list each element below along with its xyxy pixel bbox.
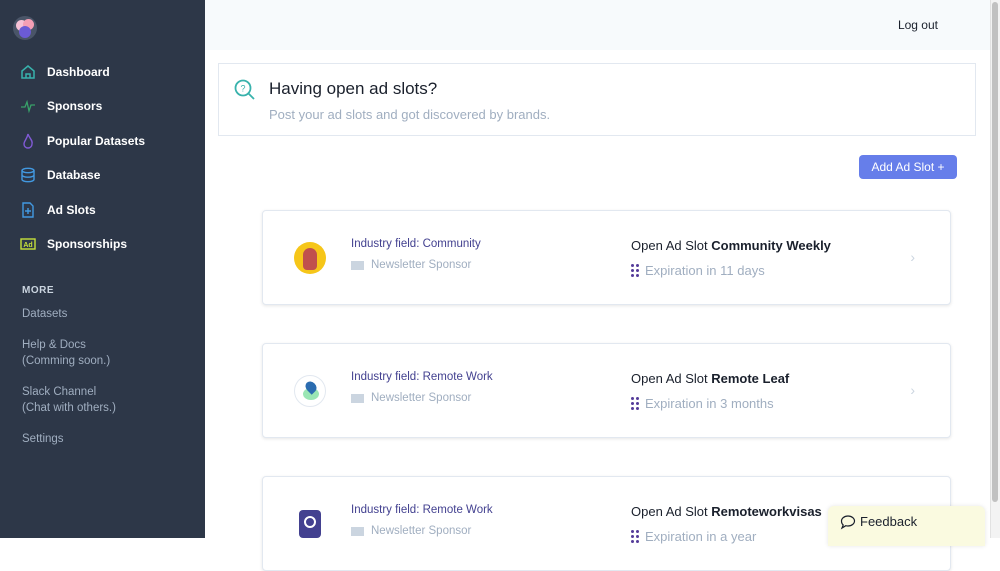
expiration-label: Expiration in 3 months	[645, 396, 774, 411]
slot-title: Open Ad Slot Community Weekly	[631, 238, 831, 253]
slot-type-label: Newsletter Sponsor	[371, 392, 472, 404]
industry-field: Industry field: Community	[351, 238, 481, 250]
sidebar-item-label: Ad Slots	[47, 203, 96, 217]
banner-title: Having open ad slots?	[269, 79, 438, 98]
envelope-icon	[351, 393, 364, 403]
sidebar-item-sponsorships[interactable]: Ad Sponsorships	[20, 236, 127, 252]
sidebar-link-slack-channel[interactable]: Slack Channel (Chat with others.)	[22, 384, 116, 416]
expiration: Expiration in 3 months	[631, 396, 774, 411]
expiration-label: Expiration in 11 days	[645, 263, 765, 278]
link-note: (Comming soon.)	[22, 355, 111, 367]
sidebar-link-datasets[interactable]: Datasets	[22, 306, 67, 322]
sidebar-item-label: Popular Datasets	[47, 134, 146, 148]
slot-name: Remote Leaf	[711, 371, 790, 386]
slot-type-label: Newsletter Sponsor	[371, 259, 472, 271]
slot-prefix: Open Ad Slot	[631, 238, 712, 253]
more-section-heading: MORE	[22, 285, 54, 296]
add-ad-slot-button[interactable]: Add Ad Slot +	[859, 155, 957, 179]
expiration-label: Expiration in a year	[645, 529, 757, 544]
sidebar-item-database[interactable]: Database	[20, 167, 100, 183]
link-label: Datasets	[22, 308, 68, 320]
ad-slot-card[interactable]: Industry field: Community Newsletter Spo…	[262, 210, 951, 305]
link-label: Settings	[22, 433, 64, 445]
svg-text:Ad: Ad	[23, 242, 32, 249]
envelope-icon	[351, 260, 364, 270]
chat-bubble-icon	[840, 515, 856, 530]
flame-icon	[23, 133, 33, 149]
feedback-label: Feedback	[860, 514, 918, 529]
slot-prefix: Open Ad Slot	[631, 371, 712, 386]
link-note: (Chat with others.)	[22, 402, 116, 414]
grip-icon	[631, 264, 639, 277]
home-icon	[21, 65, 35, 79]
expiration: Expiration in a year	[631, 529, 756, 544]
svg-text:?: ?	[240, 84, 245, 94]
slot-title: Open Ad Slot Remoteworkvisas	[631, 504, 822, 519]
grip-icon	[631, 397, 639, 410]
envelope-icon	[351, 526, 364, 536]
database-icon	[21, 167, 35, 183]
open-slots-banner: ? Having open ad slots? Post your ad slo…	[218, 63, 976, 136]
sidebar-item-dashboard[interactable]: Dashboard	[20, 64, 110, 80]
sidebar-item-sponsors[interactable]: Sponsors	[20, 98, 102, 114]
industry-field: Industry field: Remote Work	[351, 504, 493, 516]
chevron-right-icon: ›	[910, 249, 915, 265]
slot-type: Newsletter Sponsor	[351, 259, 471, 271]
ad-slot-card[interactable]: Industry field: Remote Work Newsletter S…	[262, 343, 951, 438]
slot-title: Open Ad Slot Remote Leaf	[631, 371, 789, 386]
sidebar-link-help-docs[interactable]: Help & Docs (Comming soon.)	[22, 337, 110, 369]
sidebar-item-label: Sponsorships	[47, 237, 128, 251]
activity-icon	[21, 99, 35, 114]
sidebar-item-label: Dashboard	[47, 65, 110, 79]
link-label: Slack Channel	[22, 386, 97, 398]
file-plus-icon	[22, 202, 34, 218]
sidebar-item-label: Database	[47, 168, 101, 182]
slot-name: Remoteworkvisas	[711, 504, 822, 519]
scrollbar-thumb[interactable]	[992, 2, 998, 502]
banner-subtitle: Post your ad slots and got discovered by…	[269, 107, 551, 122]
ad-icon: Ad	[20, 238, 36, 250]
slot-prefix: Open Ad Slot	[631, 504, 712, 519]
app-logo[interactable]	[13, 16, 37, 40]
feedback-button[interactable]: Feedback	[828, 506, 985, 546]
sidebar-item-popular-datasets[interactable]: Popular Datasets	[20, 133, 145, 149]
avatar	[299, 510, 321, 538]
link-label: Help & Docs	[22, 339, 86, 351]
sidebar-item-ad-slots[interactable]: Ad Slots	[20, 202, 96, 218]
sidebar-item-label: Sponsors	[47, 99, 103, 113]
slot-type: Newsletter Sponsor	[351, 525, 471, 537]
slot-name: Community Weekly	[711, 238, 831, 253]
top-header: Log out	[205, 0, 990, 50]
sidebar-link-settings[interactable]: Settings	[22, 431, 64, 447]
avatar	[294, 242, 326, 274]
expiration: Expiration in 11 days	[631, 263, 765, 278]
sidebar: Dashboard Sponsors Popular Datasets Data…	[0, 0, 205, 538]
avatar	[294, 375, 326, 407]
industry-field: Industry field: Remote Work	[351, 371, 493, 383]
grip-icon	[631, 530, 639, 543]
chevron-right-icon: ›	[910, 382, 915, 398]
slot-type-label: Newsletter Sponsor	[371, 525, 472, 537]
slot-type: Newsletter Sponsor	[351, 392, 471, 404]
logout-button[interactable]: Log out	[898, 18, 938, 32]
search-question-icon: ?	[234, 79, 255, 100]
